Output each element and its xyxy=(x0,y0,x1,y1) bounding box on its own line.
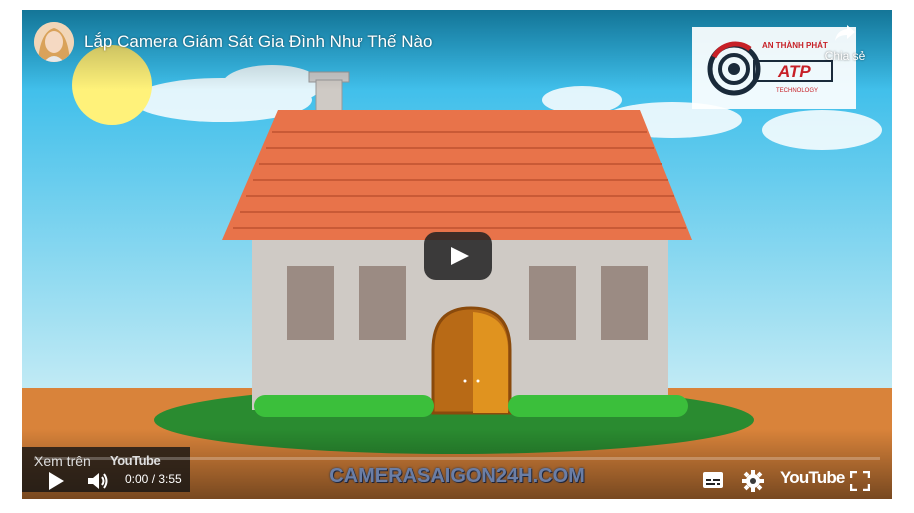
settings-gear-icon[interactable] xyxy=(742,470,764,492)
progress-bar[interactable] xyxy=(34,457,880,460)
fullscreen-icon[interactable] xyxy=(850,471,870,491)
channel-avatar[interactable] xyxy=(34,22,74,62)
play-button-large[interactable] xyxy=(424,232,492,280)
youtube-logo-link[interactable]: YouTube xyxy=(780,468,845,488)
subtitles-icon[interactable] xyxy=(702,471,724,489)
share-button[interactable]: Chia sẻ xyxy=(820,24,870,63)
control-bar: 0:00 / 3:55 YouTube xyxy=(22,462,892,499)
play-icon[interactable] xyxy=(46,470,66,492)
video-player[interactable]: Lắp Camera Giám Sát Gia Đình Như Thế Nào… xyxy=(22,10,892,499)
logo-sub-text: TECHNOLOGY xyxy=(776,88,819,94)
share-icon xyxy=(835,25,855,41)
video-title[interactable]: Lắp Camera Giám Sát Gia Đình Như Thế Nào xyxy=(84,32,432,52)
volume-icon[interactable] xyxy=(86,470,110,492)
time-display: 0:00 / 3:55 xyxy=(125,472,182,486)
logo-mark: ATP xyxy=(778,62,811,81)
share-label: Chia sẻ xyxy=(824,49,866,63)
logo-brand-text: AN THÀNH PHÁT xyxy=(762,41,828,50)
